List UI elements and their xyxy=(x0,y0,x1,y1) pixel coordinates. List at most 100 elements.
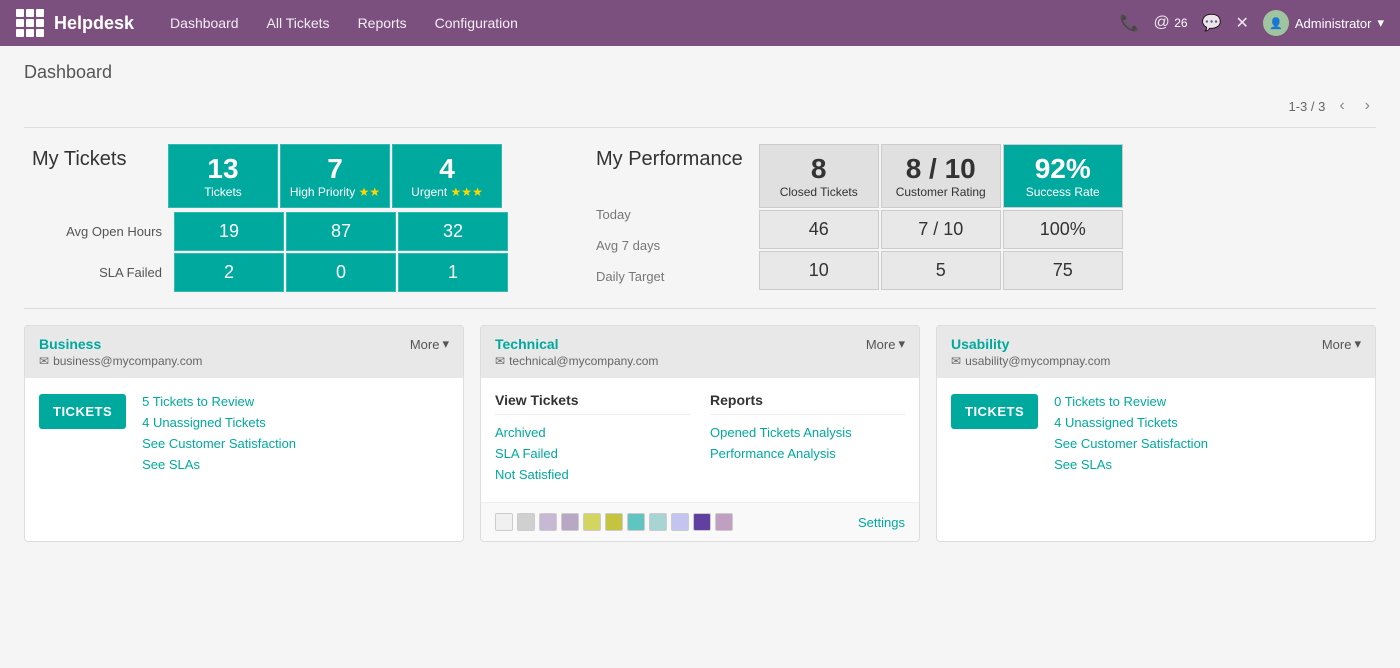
envelope-icon: ✉ xyxy=(39,354,49,368)
swatch-8[interactable] xyxy=(671,513,689,531)
notification-badge[interactable]: @ 26 xyxy=(1154,14,1188,32)
view-tickets-col: View Tickets Archived SLA Failed Not Sat… xyxy=(495,392,690,488)
technical-dropdown-body: View Tickets Archived SLA Failed Not Sat… xyxy=(481,378,919,541)
my-tickets-block: My Tickets 13 Tickets 7 High Priority xyxy=(32,144,508,292)
sla-failed-label: SLA Failed xyxy=(46,265,166,280)
avg-open-hours-row: Avg Open Hours 19 87 32 xyxy=(168,212,508,251)
business-card-header: Business ✉ business@mycompany.com More ▾ xyxy=(25,326,463,378)
business-card-title: Business xyxy=(39,336,202,352)
my-performance-block: My Performance Today Avg 7 days Daily Ta… xyxy=(596,144,1123,292)
section-divider xyxy=(24,308,1376,309)
perf-header-row: 8 Closed Tickets 8 / 10 Customer Rating … xyxy=(759,144,1123,208)
business-customer-satisfaction[interactable]: See Customer Satisfaction xyxy=(142,436,296,451)
sla-failed-val-2: 1 xyxy=(398,253,508,292)
technical-not-satisfied[interactable]: Not Satisfied xyxy=(495,467,690,482)
reports-col: Reports Opened Tickets Analysis Performa… xyxy=(710,392,905,488)
envelope-icon-usability: ✉ xyxy=(951,354,961,368)
pagination-next[interactable]: › xyxy=(1359,95,1376,117)
technical-sla-failed[interactable]: SLA Failed xyxy=(495,446,690,461)
nav-menu: Dashboard All Tickets Reports Configurat… xyxy=(158,9,1120,37)
tickets-header-row: 13 Tickets 7 High Priority ★★ 4 xyxy=(168,144,508,208)
usability-tickets-button[interactable]: TICKETS xyxy=(951,394,1038,429)
swatch-10[interactable] xyxy=(715,513,733,531)
urgent-stars: ★★★ xyxy=(451,185,483,199)
technical-more-button[interactable]: More ▾ xyxy=(866,336,905,352)
avg-hours-val-2: 32 xyxy=(398,212,508,251)
business-tickets-button[interactable]: TICKETS xyxy=(39,394,126,429)
swatch-7[interactable] xyxy=(649,513,667,531)
swatch-9[interactable] xyxy=(693,513,711,531)
chevron-down-icon-usability: ▾ xyxy=(1354,336,1361,352)
nav-right: 📞 @ 26 💬 ✕ 👤 Administrator ▾ xyxy=(1120,10,1384,36)
app-logo[interactable]: Helpdesk xyxy=(16,9,134,37)
pagination-row: 1-3 / 3 ‹ › xyxy=(24,95,1376,128)
usability-card-email: ✉ usability@mycompnay.com xyxy=(951,354,1110,368)
phone-icon[interactable]: 📞 xyxy=(1120,13,1140,33)
technical-dropdown-cols: View Tickets Archived SLA Failed Not Sat… xyxy=(495,392,905,488)
usability-card: Usability ✉ usability@mycompnay.com More… xyxy=(936,325,1376,542)
swatch-6[interactable] xyxy=(627,513,645,531)
chevron-down-icon: ▾ xyxy=(442,336,449,352)
swatch-4[interactable] xyxy=(583,513,601,531)
swatch-0[interactable] xyxy=(495,513,513,531)
technical-dropdown-section: View Tickets Archived SLA Failed Not Sat… xyxy=(481,378,919,502)
technical-card-title: Technical xyxy=(495,336,658,352)
technical-archived[interactable]: Archived xyxy=(495,425,690,440)
usability-slas[interactable]: See SLAs xyxy=(1054,457,1208,472)
top-navigation: Helpdesk Dashboard All Tickets Reports C… xyxy=(0,0,1400,46)
page-title: Dashboard xyxy=(24,62,1376,83)
avg-hours-val-0: 19 xyxy=(174,212,284,251)
technical-card-header: Technical ✉ technical@mycompany.com More… xyxy=(481,326,919,378)
settings-link[interactable]: Settings xyxy=(858,515,905,530)
technical-card: Technical ✉ technical@mycompany.com More… xyxy=(480,325,920,542)
swatch-2[interactable] xyxy=(539,513,557,531)
usability-unassigned[interactable]: 4 Unassigned Tickets xyxy=(1054,415,1208,430)
high-priority-stars: ★★ xyxy=(359,185,381,199)
app-name: Helpdesk xyxy=(54,13,134,34)
perf-avg-label: Avg 7 days xyxy=(596,238,743,253)
user-menu[interactable]: 👤 Administrator ▾ xyxy=(1263,10,1384,36)
swatch-3[interactable] xyxy=(561,513,579,531)
business-more-button[interactable]: More ▾ xyxy=(410,336,449,352)
usability-tickets-to-review[interactable]: 0 Tickets to Review xyxy=(1054,394,1208,409)
grid-icon xyxy=(16,9,44,37)
chat-icon[interactable]: 💬 xyxy=(1202,13,1222,33)
business-unassigned[interactable]: 4 Unassigned Tickets xyxy=(142,415,296,430)
my-tickets-grid: 13 Tickets 7 High Priority ★★ 4 xyxy=(168,144,508,292)
avatar: 👤 xyxy=(1263,10,1289,36)
stats-section: My Tickets 13 Tickets 7 High Priority xyxy=(24,144,1376,292)
swatch-1[interactable] xyxy=(517,513,535,531)
technical-opened-analysis[interactable]: Opened Tickets Analysis xyxy=(710,425,905,440)
tickets-col-0: 13 Tickets xyxy=(168,144,278,208)
business-slas[interactable]: See SLAs xyxy=(142,457,296,472)
perf-today-label: Today xyxy=(596,207,743,222)
close-icon[interactable]: ✕ xyxy=(1235,13,1248,33)
envelope-icon-tech: ✉ xyxy=(495,354,505,368)
perf-row-2: 10 5 75 xyxy=(759,251,1123,290)
tickets-col-2: 4 Urgent ★★★ xyxy=(392,144,502,208)
usability-customer-satisfaction[interactable]: See Customer Satisfaction xyxy=(1054,436,1208,451)
technical-card-email: ✉ technical@mycompany.com xyxy=(495,354,658,368)
nav-dashboard[interactable]: Dashboard xyxy=(158,9,251,37)
usability-card-title: Usability xyxy=(951,336,1110,352)
nav-reports[interactable]: Reports xyxy=(346,9,419,37)
technical-perf-analysis[interactable]: Performance Analysis xyxy=(710,446,905,461)
pagination-prev[interactable]: ‹ xyxy=(1333,95,1350,117)
business-tickets-to-review[interactable]: 5 Tickets to Review xyxy=(142,394,296,409)
view-tickets-title: View Tickets xyxy=(495,392,690,415)
my-perf-title: My Performance xyxy=(596,148,743,171)
nav-all-tickets[interactable]: All Tickets xyxy=(255,9,342,37)
business-card: Business ✉ business@mycompany.com More ▾… xyxy=(24,325,464,542)
usability-card-header: Usability ✉ usability@mycompnay.com More… xyxy=(937,326,1375,378)
sla-failed-val-0: 2 xyxy=(174,253,284,292)
avg-open-hours-label: Avg Open Hours xyxy=(46,224,166,239)
usability-more-button[interactable]: More ▾ xyxy=(1322,336,1361,352)
perf-target-label: Daily Target xyxy=(596,269,743,284)
swatch-5[interactable] xyxy=(605,513,623,531)
main-content: Dashboard 1-3 / 3 ‹ › My Tickets 13 Tick… xyxy=(0,46,1400,558)
my-tickets-title: My Tickets xyxy=(32,148,152,171)
perf-col-2: 92% Success Rate xyxy=(1003,144,1123,208)
nav-configuration[interactable]: Configuration xyxy=(423,9,530,37)
sla-failed-row: SLA Failed 2 0 1 xyxy=(168,253,508,292)
perf-col-0: 8 Closed Tickets xyxy=(759,144,879,208)
